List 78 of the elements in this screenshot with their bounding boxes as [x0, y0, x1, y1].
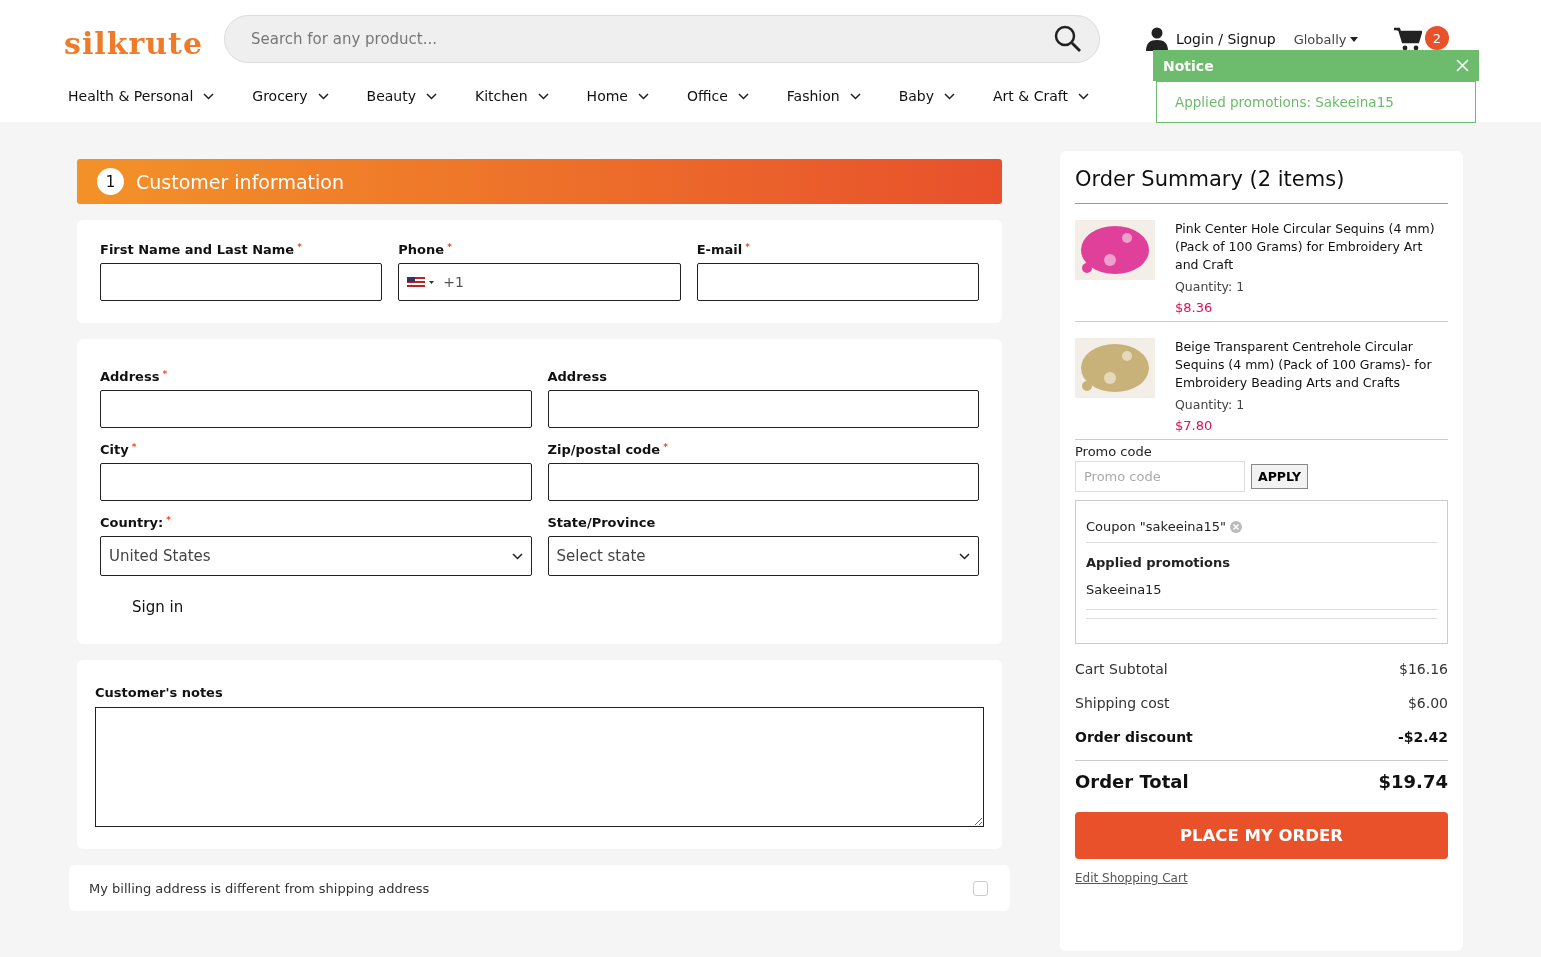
- chevron-down-icon: [317, 92, 329, 100]
- field-label: Address *: [100, 369, 169, 384]
- summary-title: Order Summary (2 items): [1075, 167, 1448, 204]
- input-field[interactable]: [100, 390, 532, 428]
- order-total-value: $19.74: [1378, 771, 1448, 792]
- flag-icon: [407, 277, 436, 287]
- step-number: 1: [97, 168, 124, 195]
- apply-button[interactable]: APPLY: [1251, 464, 1309, 489]
- total-label: Order discount: [1075, 729, 1193, 745]
- input-field[interactable]: [100, 263, 383, 301]
- place-order-button[interactable]: PLACE MY ORDER: [1075, 812, 1448, 859]
- input-field[interactable]: [696, 263, 979, 301]
- chevron-down-icon: [537, 92, 549, 100]
- promo-label: Promo code: [1075, 444, 1153, 459]
- total-value: $6.00: [1407, 695, 1448, 711]
- sign-in-link[interactable]: Sign in: [132, 598, 979, 616]
- nav-item[interactable]: Grocery: [252, 78, 329, 114]
- field-label: Address: [547, 369, 608, 384]
- nav-item[interactable]: Baby: [898, 78, 956, 114]
- chevron-down-icon: [637, 92, 649, 100]
- nav-item[interactable]: Health & Personal: [68, 78, 215, 114]
- chevron-down-icon: [737, 92, 749, 100]
- coupon-text: Coupon "sakeeina15": [1086, 519, 1226, 534]
- total-value: $16.16: [1399, 661, 1448, 677]
- step-title: Customer information: [136, 170, 344, 193]
- product-price: $8.36: [1175, 300, 1214, 315]
- region-dropdown[interactable]: Globally: [1293, 31, 1359, 47]
- select-field[interactable]: United States: [100, 536, 532, 576]
- field-label: Country: *: [100, 515, 172, 530]
- edit-cart-link[interactable]: Edit Shopping Cart: [1075, 871, 1448, 885]
- phone-field[interactable]: +1: [398, 263, 681, 301]
- select-field[interactable]: Select state: [547, 536, 979, 576]
- field-label: E-mail *: [696, 242, 751, 257]
- chevron-down-icon: [849, 92, 861, 100]
- promo-code-field[interactable]: Promo code: [1075, 461, 1245, 492]
- login-link[interactable]: Login / Signup: [1146, 27, 1276, 51]
- nav-item[interactable]: Office: [686, 78, 749, 114]
- nav-item[interactable]: Home: [586, 78, 649, 114]
- notice-title: Notice: [1163, 57, 1214, 74]
- nav-item[interactable]: Art & Craft: [993, 78, 1089, 114]
- input-field[interactable]: [547, 463, 979, 501]
- billing-label: My billing address is different from shipping address: [89, 880, 430, 896]
- product-quantity: Quantity: 1: [1175, 279, 1246, 294]
- input-field[interactable]: [100, 463, 532, 501]
- nav-item[interactable]: Kitchen: [475, 78, 549, 114]
- caret-icon: [1350, 36, 1359, 42]
- order-total-label: Order Total: [1075, 771, 1189, 792]
- applied-title: Applied promotions: [1086, 555, 1231, 570]
- checkbox[interactable]: [973, 880, 988, 896]
- notice-message: Applied promotions: Sakeeina15: [1156, 81, 1476, 123]
- product-price: $7.80: [1175, 418, 1214, 433]
- field-label: City *: [100, 442, 138, 457]
- cart-icon[interactable]: [1394, 27, 1423, 51]
- chevron-down-icon: [944, 92, 956, 100]
- field-label: First Name and Last Name *: [100, 242, 303, 257]
- product-quantity: Quantity: 1: [1175, 397, 1246, 412]
- chevron-down-icon: [959, 552, 970, 560]
- chevron-down-icon: [1077, 92, 1089, 100]
- field-label: State/Province: [547, 515, 657, 530]
- field-label: Customer's notes: [95, 685, 223, 700]
- nav-item[interactable]: Beauty: [366, 78, 437, 114]
- field-label: Phone *: [398, 242, 453, 257]
- total-value: -$2.42: [1397, 729, 1448, 745]
- notes-field[interactable]: [95, 707, 984, 827]
- nav-item[interactable]: Fashion: [786, 78, 861, 114]
- chevron-down-icon: [511, 552, 523, 560]
- product-name: Pink Center Hole Circular Sequins (4 mm) (Pack of 100 Grams) for Embroidery Art and Craft: [1175, 220, 1436, 274]
- chevron-down-icon: [203, 92, 215, 100]
- total-label: Shipping cost: [1075, 695, 1170, 711]
- product-name: Beige Transparent Centrehole Circular Sequins (4 mm) (Pack of 100 Grams)- for Embroidery Beading Arts and Crafts: [1175, 338, 1433, 392]
- applied-promotion: Sakeeina15: [1086, 582, 1163, 597]
- search-field[interactable]: Search for any product...: [224, 15, 1100, 63]
- chevron-down-icon: [426, 92, 437, 100]
- field-label: Zip/postal code *: [547, 442, 669, 457]
- user-icon: [1146, 27, 1168, 51]
- search-icon[interactable]: [1054, 25, 1082, 53]
- total-label: Cart Subtotal: [1075, 661, 1168, 677]
- input-field[interactable]: [547, 390, 979, 428]
